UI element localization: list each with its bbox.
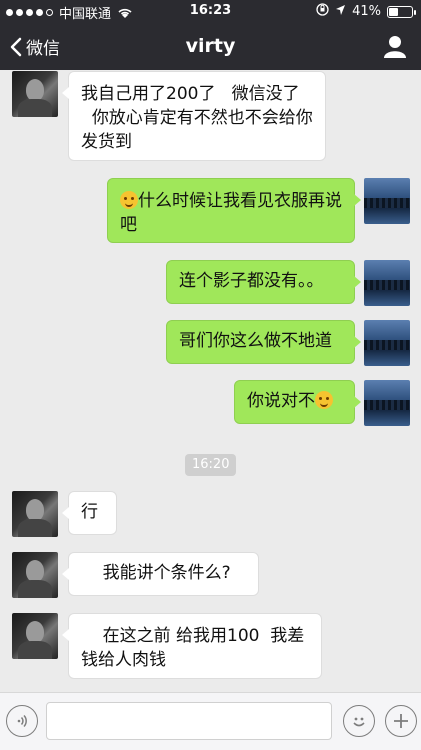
rotation-lock-icon <box>316 3 329 20</box>
incoming-message-bubble[interactable]: 我能讲个条件么? <box>62 552 259 596</box>
outgoing-message-bubble[interactable]: 连个影子都没有。。 <box>166 260 361 304</box>
message-input[interactable] <box>46 702 332 740</box>
emoji-icon <box>120 191 138 209</box>
nav-bar: 微信 virty <box>0 22 421 70</box>
plus-icon <box>394 714 408 728</box>
top-bar: 中国联通 16:23 41% 微信 virty <box>0 0 421 70</box>
contact-avatar[interactable] <box>12 71 58 117</box>
status-bar: 中国联通 16:23 41% <box>0 0 421 22</box>
message-list: 我自己用了200了 微信没了 你放心肯定有不然也不会给你发货到 什么时候让我看见… <box>0 70 421 692</box>
timestamp-badge: 16:20 <box>185 454 237 476</box>
input-bar <box>0 692 421 750</box>
emoji-button[interactable] <box>343 705 375 737</box>
voice-button[interactable] <box>6 705 38 737</box>
profile-button[interactable] <box>383 34 407 58</box>
user-avatar[interactable] <box>364 260 410 306</box>
message-text: 你说对不 <box>247 391 315 411</box>
more-button[interactable] <box>385 705 417 737</box>
user-avatar[interactable] <box>364 380 410 426</box>
status-right: 41% <box>316 3 416 20</box>
outgoing-message-bubble[interactable]: 什么时候让我看见衣服再说吧 <box>107 178 361 243</box>
user-avatar[interactable] <box>364 320 410 366</box>
incoming-message-bubble[interactable]: 在这之前 给我用100 我差钱给人肉钱 <box>62 613 322 679</box>
emoji-icon <box>315 391 333 409</box>
profile-icon <box>384 36 406 58</box>
incoming-message-bubble[interactable]: 我自己用了200了 微信没了 你放心肯定有不然也不会给你发货到 <box>62 71 326 161</box>
incoming-message-bubble[interactable]: 行 <box>62 491 117 535</box>
outgoing-message-bubble[interactable]: 哥们你这么做不地道 <box>166 320 361 364</box>
location-icon <box>335 4 346 20</box>
emoji-icon <box>353 717 365 727</box>
contact-avatar[interactable] <box>12 613 58 659</box>
user-avatar[interactable] <box>364 178 410 224</box>
message-text: 什么时候让我看见衣服再说吧 <box>120 191 342 235</box>
battery-icon <box>387 5 416 18</box>
outgoing-message-bubble[interactable]: 你说对不 <box>234 380 361 424</box>
contact-avatar[interactable] <box>12 491 58 537</box>
chat-title: virty <box>185 35 236 57</box>
contact-avatar[interactable] <box>12 552 58 598</box>
voice-icon <box>17 714 27 728</box>
battery-percent: 41% <box>352 4 381 19</box>
